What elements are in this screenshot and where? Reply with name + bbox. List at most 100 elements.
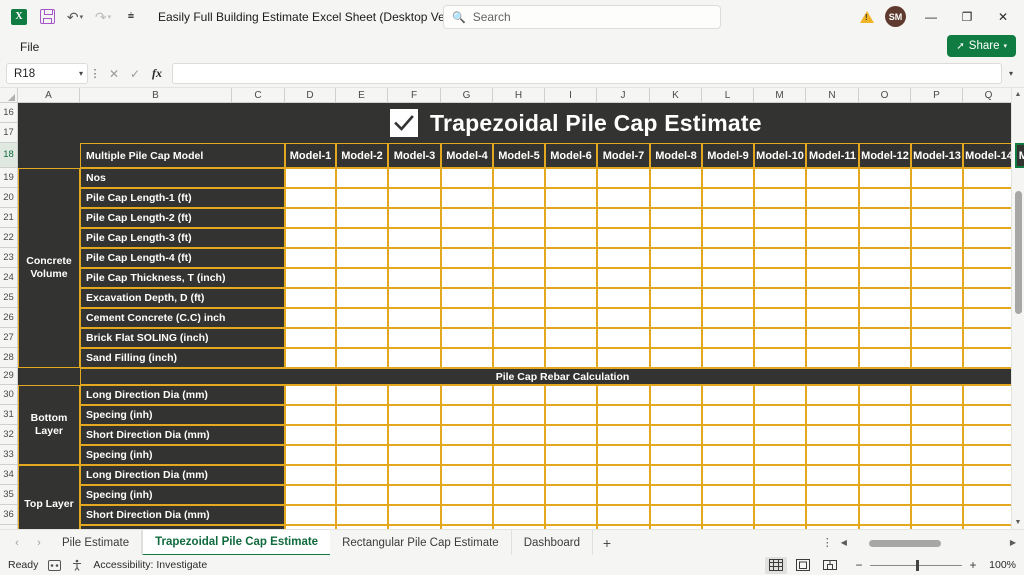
- data-cell[interactable]: [597, 308, 650, 328]
- sheet-tab-pile-estimate[interactable]: Pile Estimate: [50, 529, 143, 556]
- data-cell[interactable]: [493, 208, 545, 228]
- row-header-29[interactable]: 29: [0, 368, 17, 385]
- data-cell[interactable]: [493, 445, 545, 465]
- data-cell[interactable]: [597, 248, 650, 268]
- data-cell[interactable]: [336, 308, 388, 328]
- data-cell[interactable]: [285, 248, 336, 268]
- data-cell[interactable]: [911, 505, 963, 525]
- data-cell[interactable]: [545, 208, 597, 228]
- data-cell[interactable]: [597, 348, 650, 368]
- column-header-p[interactable]: P: [911, 88, 963, 102]
- data-cell[interactable]: [806, 445, 859, 465]
- data-cell[interactable]: [545, 525, 597, 529]
- data-cell[interactable]: [702, 405, 754, 425]
- close-button[interactable]: ✕: [986, 2, 1020, 32]
- data-cell[interactable]: [754, 505, 806, 525]
- data-cell[interactable]: [754, 465, 806, 485]
- data-cell[interactable]: [441, 308, 493, 328]
- data-cell[interactable]: [754, 308, 806, 328]
- scroll-down-icon[interactable]: ▼: [1012, 516, 1024, 529]
- data-cell[interactable]: [650, 288, 702, 308]
- data-cell[interactable]: [597, 168, 650, 188]
- row-header-35[interactable]: 35: [0, 485, 17, 505]
- data-cell[interactable]: [545, 425, 597, 445]
- data-cell[interactable]: [285, 525, 336, 529]
- data-cell[interactable]: [754, 405, 806, 425]
- data-cell[interactable]: [597, 465, 650, 485]
- row-label-top-1[interactable]: Long Direction Dia (mm): [80, 465, 285, 485]
- data-cell[interactable]: [963, 248, 1015, 268]
- data-cell[interactable]: [702, 525, 754, 529]
- name-box-more-icon[interactable]: ⋮: [88, 67, 102, 80]
- data-cell[interactable]: [702, 188, 754, 208]
- data-cell[interactable]: [441, 188, 493, 208]
- row-header-30[interactable]: 30: [0, 385, 17, 405]
- column-header-k[interactable]: K: [650, 88, 702, 102]
- row-label-bottom-1[interactable]: Long Direction Dia (mm): [80, 385, 285, 405]
- data-cell[interactable]: [285, 228, 336, 248]
- data-cell[interactable]: [388, 485, 441, 505]
- row-label-brick-flat-soling-inch[interactable]: Brick Flat SOLING (inch): [80, 328, 285, 348]
- row-header-36[interactable]: 36: [0, 505, 17, 525]
- column-header-q[interactable]: Q: [963, 88, 1015, 102]
- data-cell[interactable]: [493, 425, 545, 445]
- column-header-b[interactable]: B: [80, 88, 232, 102]
- data-cell[interactable]: [963, 188, 1015, 208]
- data-cell[interactable]: [285, 405, 336, 425]
- column-header-o[interactable]: O: [859, 88, 911, 102]
- row-label-top-4[interactable]: Specing (inh): [80, 525, 285, 529]
- column-model-header-3[interactable]: Model-3: [388, 143, 441, 168]
- data-cell[interactable]: [806, 208, 859, 228]
- data-cell[interactable]: [285, 445, 336, 465]
- data-cell[interactable]: [859, 208, 911, 228]
- data-cell[interactable]: [963, 308, 1015, 328]
- data-cell[interactable]: [336, 188, 388, 208]
- data-cell[interactable]: [336, 268, 388, 288]
- row-header-25[interactable]: 25: [0, 288, 17, 308]
- undo-icon[interactable]: ↶ ▾: [62, 5, 88, 29]
- data-cell[interactable]: [806, 288, 859, 308]
- data-cell[interactable]: [285, 188, 336, 208]
- data-cell[interactable]: [545, 465, 597, 485]
- data-cell[interactable]: [545, 308, 597, 328]
- data-cell[interactable]: [754, 525, 806, 529]
- column-model-header-9[interactable]: Model-9: [702, 143, 754, 168]
- data-cell[interactable]: [859, 288, 911, 308]
- column-header-f[interactable]: F: [388, 88, 441, 102]
- data-cell[interactable]: [650, 188, 702, 208]
- data-cell[interactable]: [285, 485, 336, 505]
- data-cell[interactable]: [806, 505, 859, 525]
- data-cell[interactable]: [597, 525, 650, 529]
- data-cell[interactable]: [336, 328, 388, 348]
- data-cell[interactable]: [806, 268, 859, 288]
- redo-icon[interactable]: ↷ ▾: [90, 5, 116, 29]
- normal-view-icon[interactable]: [765, 556, 787, 574]
- select-all-corner[interactable]: [0, 88, 18, 102]
- data-cell[interactable]: [754, 288, 806, 308]
- data-cell[interactable]: [597, 288, 650, 308]
- column-header-g[interactable]: G: [441, 88, 493, 102]
- column-model-header-7[interactable]: Model-7: [597, 143, 650, 168]
- data-cell[interactable]: [597, 208, 650, 228]
- row-label-top-3[interactable]: Short Direction Dia (mm): [80, 505, 285, 525]
- data-cell[interactable]: [285, 505, 336, 525]
- data-cell[interactable]: [441, 288, 493, 308]
- data-cell[interactable]: [650, 445, 702, 465]
- data-cell[interactable]: [859, 168, 911, 188]
- warning-icon[interactable]: [853, 4, 881, 30]
- row-header-31[interactable]: 31: [0, 405, 17, 425]
- scroll-right-icon[interactable]: ▶: [1010, 538, 1016, 547]
- row-label-bottom-4[interactable]: Specing (inh): [80, 445, 285, 465]
- data-cell[interactable]: [285, 425, 336, 445]
- horizontal-scrollbar[interactable]: ◀ ▶: [841, 538, 1024, 548]
- data-cell[interactable]: [336, 228, 388, 248]
- data-cell[interactable]: [859, 425, 911, 445]
- column-header-a[interactable]: A: [18, 88, 80, 102]
- data-cell[interactable]: [650, 425, 702, 445]
- recording-icon[interactable]: [48, 559, 62, 571]
- share-button[interactable]: ➚ Share ▾: [947, 35, 1016, 57]
- row-header-21[interactable]: 21: [0, 208, 17, 228]
- enter-formula-icon[interactable]: ✓: [125, 63, 145, 84]
- data-cell[interactable]: [702, 228, 754, 248]
- data-cell[interactable]: [336, 208, 388, 228]
